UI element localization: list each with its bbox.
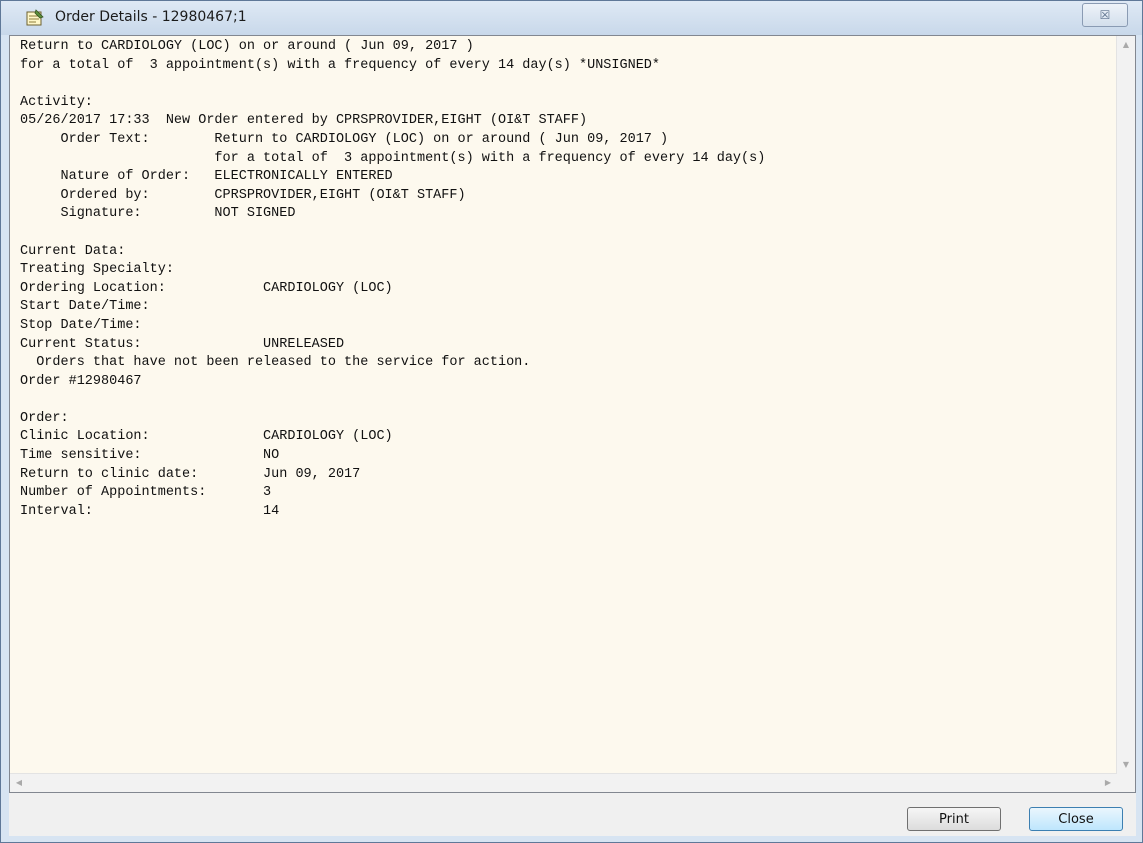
detail-line: 05/26/2017 17:33 New Order entered by CP… bbox=[20, 113, 588, 129]
detail-line: Current Data: bbox=[20, 243, 126, 259]
detail-line: Return to clinic date: Jun 09, 2017 bbox=[20, 466, 361, 482]
scroll-right-icon[interactable]: ▶ bbox=[1099, 774, 1117, 792]
detail-line: Interval: 14 bbox=[20, 503, 280, 519]
detail-line: Ordering Location: CARDIOLOGY (LOC) bbox=[20, 280, 393, 296]
close-window-button[interactable]: ☒ bbox=[1082, 3, 1128, 27]
window-title: Order Details - 12980467;1 bbox=[55, 9, 247, 25]
detail-line: Return to CARDIOLOGY (LOC) on or around … bbox=[20, 39, 474, 54]
print-button[interactable]: Print bbox=[907, 807, 1001, 831]
detail-line: for a total of 3 appointment(s) with a f… bbox=[20, 57, 661, 73]
scroll-left-icon[interactable]: ◀ bbox=[10, 774, 28, 792]
vertical-scrollbar[interactable]: ▲ ▼ bbox=[1116, 36, 1135, 774]
detail-line: Activity: bbox=[20, 94, 93, 110]
title-bar[interactable]: Order Details - 12980467;1 ☒ bbox=[1, 1, 1142, 35]
scrollbar-corner bbox=[1117, 774, 1135, 792]
detail-line: Start Date/Time: bbox=[20, 299, 150, 315]
detail-line: Current Status: UNRELEASED bbox=[20, 336, 345, 352]
detail-line: Order Text: Return to CARDIOLOGY (LOC) o… bbox=[20, 131, 669, 147]
detail-line: Orders that have not been released to th… bbox=[20, 355, 531, 371]
detail-line: for a total of 3 appointment(s) with a f… bbox=[20, 150, 766, 166]
detail-line: Clinic Location: CARDIOLOGY (LOC) bbox=[20, 429, 393, 445]
detail-line: Order #12980467 bbox=[20, 373, 142, 389]
close-x-icon: ☒ bbox=[1099, 8, 1111, 22]
order-detail-memo[interactable]: Return to CARDIOLOGY (LOC) on or around … bbox=[9, 35, 1136, 793]
scroll-up-icon[interactable]: ▲ bbox=[1117, 36, 1135, 54]
detail-line: Ordered by: CPRSPROVIDER,EIGHT (OI&T STA… bbox=[20, 187, 466, 203]
dialog-client-area: Return to CARDIOLOGY (LOC) on or around … bbox=[9, 35, 1136, 836]
scroll-down-icon[interactable]: ▼ bbox=[1117, 756, 1135, 774]
detail-line: Order: bbox=[20, 410, 69, 426]
order-detail-text: Return to CARDIOLOGY (LOC) on or around … bbox=[20, 38, 1117, 521]
notepad-icon bbox=[26, 9, 44, 26]
close-button[interactable]: Close bbox=[1029, 807, 1123, 831]
detail-line: Nature of Order: ELECTRONICALLY ENTERED bbox=[20, 169, 393, 185]
order-details-window: Order Details - 12980467;1 ☒ Return to C… bbox=[0, 0, 1143, 843]
detail-line: Signature: NOT SIGNED bbox=[20, 206, 296, 222]
detail-line: Number of Appointments: 3 bbox=[20, 485, 272, 501]
detail-line: Treating Specialty: bbox=[20, 262, 174, 278]
order-detail-text-area[interactable]: Return to CARDIOLOGY (LOC) on or around … bbox=[10, 36, 1117, 774]
horizontal-scrollbar[interactable]: ◀ ▶ bbox=[10, 773, 1117, 792]
detail-line: Stop Date/Time: bbox=[20, 317, 142, 333]
detail-line: Time sensitive: NO bbox=[20, 448, 280, 464]
